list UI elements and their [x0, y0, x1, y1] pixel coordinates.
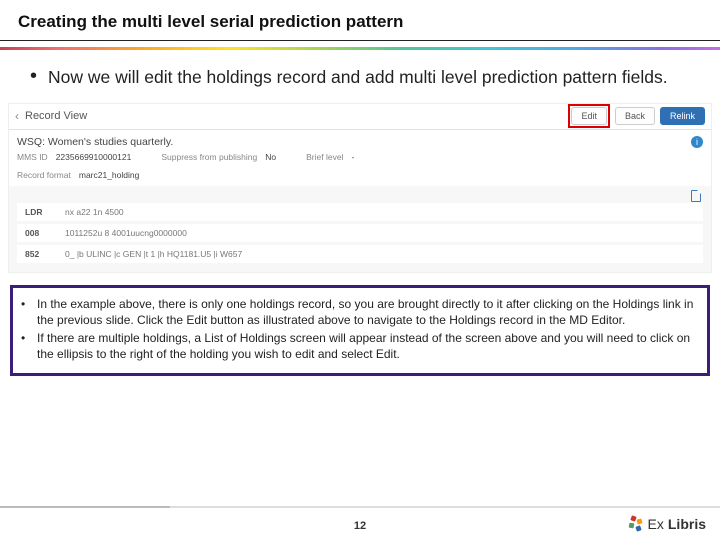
back-button[interactable]: Back	[615, 107, 655, 125]
rainbow-divider	[0, 47, 720, 50]
marc-852-value: 0_ |b ULINC |c GEN |t 1 |h HQ1181.U5 |i …	[65, 249, 242, 259]
record-view-label: Record View	[25, 110, 87, 122]
note-text-1: In the example above, there is only one …	[37, 296, 699, 328]
marc-ldr-row: LDR nx a22 1n 4500	[17, 203, 703, 221]
exlibris-logo: ExLibris	[628, 516, 706, 532]
main-bullet-text: Now we will edit the holdings record and…	[48, 66, 668, 89]
instructor-note-box: •In the example above, there is only one…	[10, 285, 710, 376]
marc-ldr-tag: LDR	[25, 207, 51, 217]
metadata-row-2: Record format marc21_holding	[9, 168, 711, 186]
record-title: WSQ: Women's studies quarterly.	[17, 136, 173, 148]
record-toolbar: ‹ Record View Edit Back Relink	[9, 104, 711, 130]
note-bullet: •	[21, 296, 37, 328]
recfmt-label: Record format	[17, 170, 71, 180]
mmsid-value: 2235669910000121	[56, 152, 132, 162]
back-chevron-icon[interactable]: ‹	[15, 109, 19, 123]
embedded-screenshot: ‹ Record View Edit Back Relink WSQ: Wome…	[8, 103, 712, 273]
marc-008-row: 008 1011252u 8 4001uucng0000000	[17, 224, 703, 242]
note-text-2: If there are multiple holdings, a List o…	[37, 330, 699, 362]
edit-button[interactable]: Edit	[571, 107, 607, 125]
document-icon[interactable]	[691, 190, 701, 202]
logo-mark-icon	[628, 516, 644, 532]
mmsid-label: MMS ID	[17, 152, 48, 162]
relink-button[interactable]: Relink	[660, 107, 705, 125]
recfmt-value: marc21_holding	[79, 170, 139, 180]
marc-008-tag: 008	[25, 228, 51, 238]
marc-852-row: 852 0_ |b ULINC |c GEN |t 1 |h HQ1181.U5…	[17, 245, 703, 263]
edit-button-highlight: Edit	[568, 104, 610, 128]
brief-label: Brief level	[306, 152, 343, 162]
logo-libris: Libris	[668, 516, 706, 532]
logo-ex: Ex	[648, 516, 664, 532]
footer-divider	[0, 506, 720, 508]
slide-title: Creating the multi level serial predicti…	[0, 0, 720, 41]
main-bullet: • Now we will edit the holdings record a…	[0, 50, 720, 99]
metadata-row-1: MMS ID 2235669910000121 Suppress from pub…	[9, 150, 711, 168]
marc-852-tag: 852	[25, 249, 51, 259]
bullet-dot: •	[30, 66, 48, 89]
marc-area: LDR nx a22 1n 4500 008 1011252u 8 4001uu…	[9, 186, 711, 272]
marc-008-value: 1011252u 8 4001uucng0000000	[65, 228, 187, 238]
page-number: 12	[0, 520, 720, 532]
marc-ldr-value: nx a22 1n 4500	[65, 207, 124, 217]
suppress-label: Suppress from publishing	[161, 152, 257, 162]
suppress-value: No	[265, 152, 276, 162]
note-bullet: •	[21, 330, 37, 362]
brief-value: -	[351, 152, 354, 162]
info-icon[interactable]: i	[691, 136, 703, 148]
